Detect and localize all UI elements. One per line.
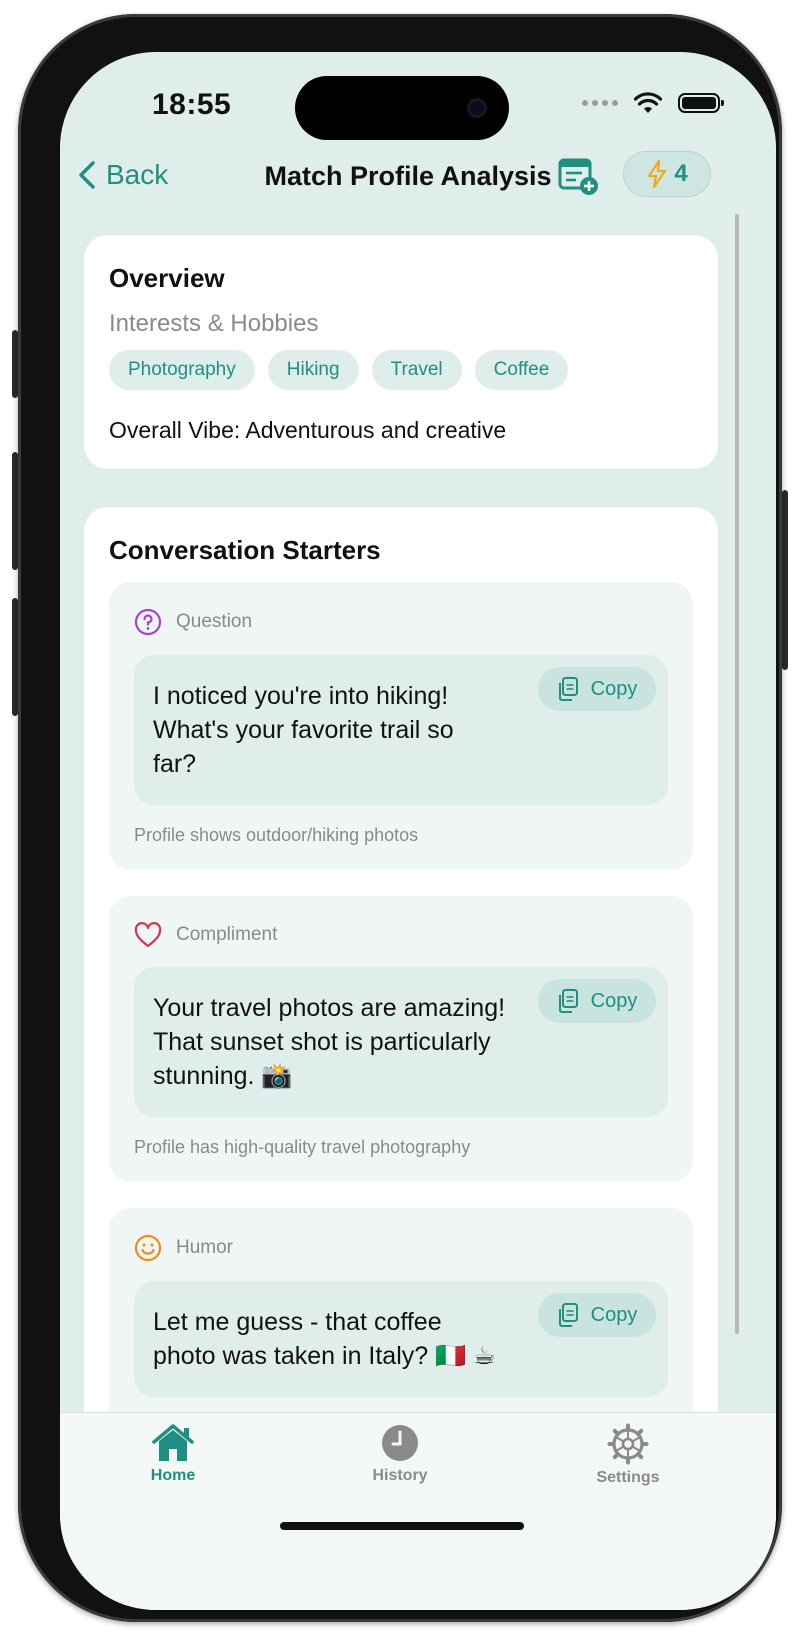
smiley-icon [134,1234,162,1262]
interest-chip: Travel [371,350,462,390]
starter-reason: Profile has high-quality travel photogra… [134,1137,471,1157]
tab-bar: Home History Settings [60,1412,776,1610]
home-indicator[interactable] [280,1522,524,1530]
status-icons [582,92,724,114]
copy-button[interactable]: Copy [538,667,656,711]
house-icon [152,1424,194,1461]
starter-item: Question I noticed you're into hiking! W… [109,582,693,870]
starter-type: Question [134,608,252,636]
starters-title: Conversation Starters [109,535,381,565]
screen: 18:55 Back Match Profile Analysis 4 Over… [60,52,776,1610]
starter-type-label: Question [176,611,253,632]
phone-frame: 18:55 Back Match Profile Analysis 4 Over… [18,14,782,1622]
camera-icon [467,98,487,118]
lightning-icon [648,159,667,189]
wifi-icon [634,92,662,113]
starter-reason: Profile shows outdoor/hiking photos [134,825,419,845]
tab-home[interactable]: Home [113,1423,233,1485]
scrollbar[interactable] [735,214,739,1334]
tab-home-label: Home [150,1467,196,1484]
copy-button[interactable]: Copy [538,979,656,1023]
interest-chips: Photography Hiking Travel Coffee [109,350,569,390]
tab-history-label: History [372,1467,428,1484]
dynamic-island [295,76,509,140]
copy-icon [558,1303,578,1327]
navigation-bar: Back Match Profile Analysis 4 [60,147,776,209]
credits-badge[interactable]: 4 [623,151,711,197]
gear-icon [607,1423,649,1465]
interest-chip: Hiking [267,350,359,390]
starter-type: Humor [134,1234,233,1262]
overview-card: Overview Interests & Hobbies Photography… [84,235,718,469]
copy-button[interactable]: Copy [538,1293,656,1337]
interest-chip: Coffee [474,350,569,390]
copy-icon [558,989,578,1013]
tab-settings[interactable]: Settings [568,1423,688,1487]
copy-label: Copy [590,677,638,700]
add-note-button[interactable] [558,157,600,202]
starter-type-label: Compliment [176,924,278,945]
credits-count: 4 [674,160,688,187]
question-circle-icon [134,608,162,636]
starter-bubble: Your travel photos are amazing! That sun… [134,967,668,1117]
starter-text[interactable]: Let me guess - that coffee photo was tak… [153,1305,533,1373]
signal-icon [582,100,618,106]
clock-icon [382,1425,418,1461]
heart-icon [134,922,162,948]
starter-bubble: Let me guess - that coffee photo was tak… [134,1281,668,1397]
starter-type: Compliment [134,922,277,948]
starter-bubble: I noticed you're into hiking! What's you… [134,655,668,805]
document-add-icon [558,158,598,195]
overall-vibe: Overall Vibe: Adventurous and creative [109,417,507,443]
status-time: 18:55 [152,88,232,121]
starter-text[interactable]: I noticed you're into hiking! What's you… [153,679,533,781]
starter-type-label: Humor [176,1237,234,1258]
copy-icon [558,677,578,701]
starter-item: Compliment Your travel photos are amazin… [109,896,693,1182]
tab-history[interactable]: History [340,1423,460,1485]
overview-title: Overview [109,263,225,293]
interest-chip: Photography [109,350,255,390]
starter-text[interactable]: Your travel photos are amazing! That sun… [153,991,533,1093]
copy-label: Copy [590,989,638,1012]
conversation-starters-card: Conversation Starters Question I noticed… [84,507,718,1467]
copy-label: Copy [590,1303,638,1326]
battery-icon [678,93,724,113]
tab-settings-label: Settings [596,1469,660,1486]
power-button [782,490,788,670]
interests-label: Interests & Hobbies [109,310,319,337]
